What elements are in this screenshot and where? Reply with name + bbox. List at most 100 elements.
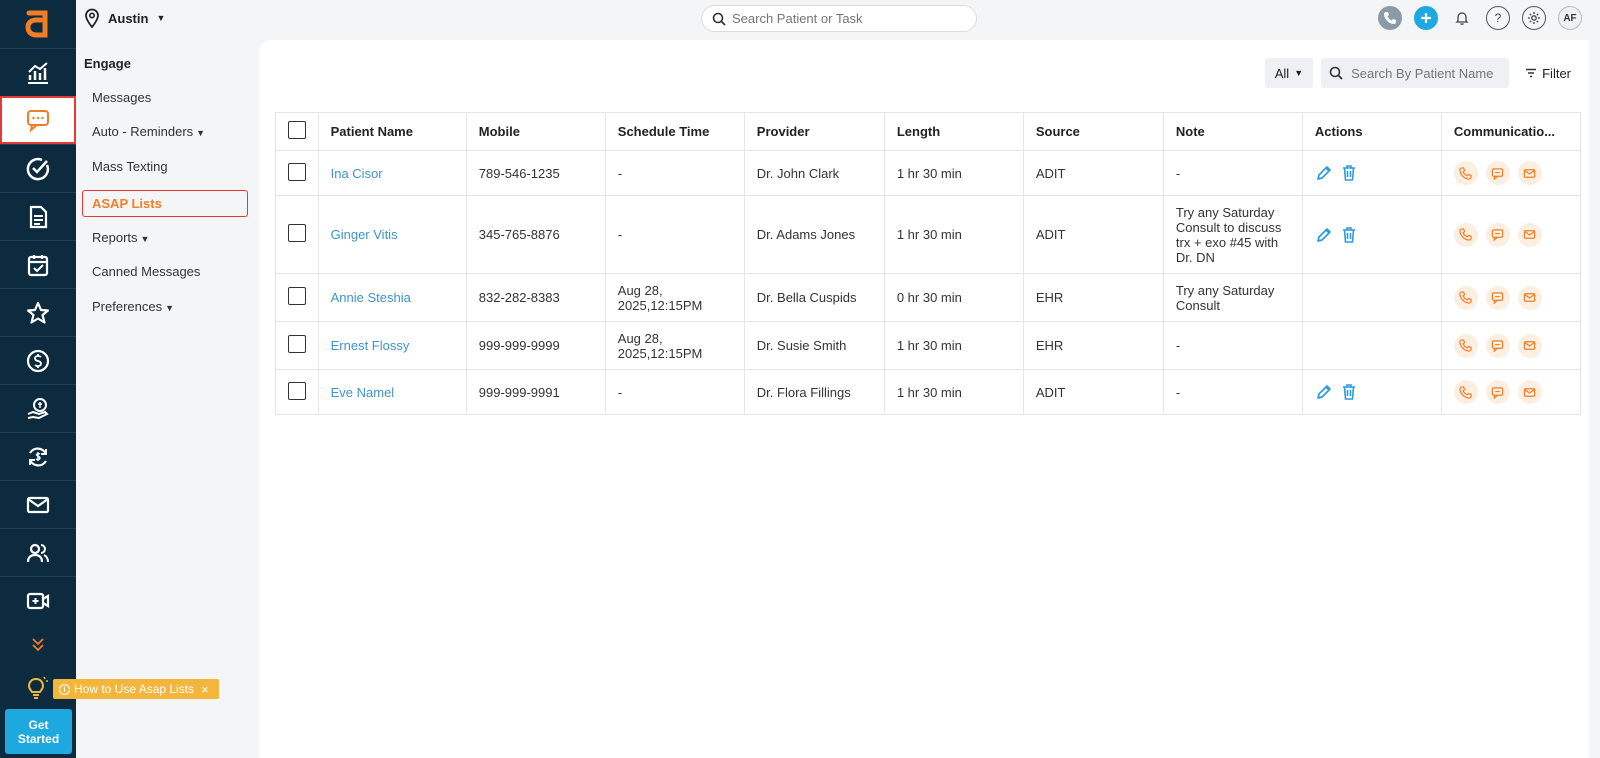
message-button[interactable]: [1485, 380, 1510, 404]
rail-analytics[interactable]: [0, 48, 76, 96]
mail-icon: [1524, 387, 1536, 397]
call-button[interactable]: [1453, 333, 1478, 358]
rail-users[interactable]: [0, 528, 76, 576]
patient-name-link[interactable]: Ernest Flossy: [331, 338, 410, 353]
actions-cell: [1302, 150, 1442, 196]
email-button[interactable]: [1517, 161, 1542, 185]
close-icon[interactable]: ×: [201, 682, 209, 697]
provider-cell: Dr. John Clark: [744, 150, 885, 196]
settings-button[interactable]: [1522, 6, 1546, 30]
patient-search-input[interactable]: [1351, 65, 1502, 81]
global-search-input[interactable]: [732, 11, 962, 26]
email-button[interactable]: [1517, 222, 1542, 247]
message-button[interactable]: [1485, 161, 1510, 185]
note-cell: -: [1163, 150, 1303, 196]
call-button[interactable]: [1453, 222, 1478, 247]
mobile-cell: 345-765-8876: [466, 195, 606, 274]
actions-cell: [1302, 369, 1442, 415]
plus-icon: [1421, 13, 1431, 23]
schedule-time-cell: Aug 28, 2025,12:15PM: [605, 273, 745, 322]
rail-engage[interactable]: [0, 96, 76, 144]
email-button[interactable]: [1517, 285, 1542, 310]
email-button[interactable]: [1517, 380, 1542, 404]
table-row[interactable]: Annie Steshia 832-282-8383 Aug 28, 2025,12…: [275, 273, 1581, 322]
subnav-item-preferences[interactable]: Preferences ▼: [92, 299, 174, 314]
patient-name-link[interactable]: Ginger Vitis: [331, 227, 398, 242]
asap-table: Patient Name Mobile Schedule Time Provid…: [275, 112, 1581, 415]
table-row[interactable]: Ginger Vitis 345-765-8876- Dr. Adams Jones…: [275, 195, 1581, 274]
subnav-item-messages[interactable]: Messages: [92, 90, 151, 105]
row-checkbox[interactable]: [288, 335, 306, 353]
rail-recurring[interactable]: [0, 432, 76, 480]
rail-financing[interactable]: [0, 384, 76, 432]
edit-icon[interactable]: [1315, 164, 1333, 182]
table-row[interactable]: Eve Namel 999-999-9991- Dr. Flora Fillings…: [275, 369, 1581, 415]
avatar-initials: AF: [1563, 12, 1577, 24]
row-checkbox[interactable]: [288, 224, 306, 242]
table-row[interactable]: Ina Cisor 789-546-1235- Dr. John Clark 1 hr…: [275, 150, 1581, 196]
column-header[interactable]: Communicatio...: [1441, 112, 1581, 151]
adit-logo-icon: [25, 10, 48, 38]
patient-name-link[interactable]: Eve Namel: [331, 385, 395, 400]
get-started-button[interactable]: Get Started: [5, 709, 72, 754]
rail-reviews[interactable]: [0, 288, 76, 336]
call-button[interactable]: [1453, 380, 1478, 404]
call-button[interactable]: [1453, 161, 1478, 185]
column-header[interactable]: Provider: [744, 112, 885, 151]
trash-icon[interactable]: [1341, 164, 1357, 182]
edit-icon[interactable]: [1315, 383, 1333, 401]
subnav-item-canned-messages[interactable]: Canned Messages: [92, 264, 200, 279]
caret-down-icon: ▼: [140, 234, 150, 244]
lightbulb-icon[interactable]: [22, 674, 50, 702]
column-header[interactable]: Note: [1163, 112, 1303, 151]
message-button[interactable]: [1485, 333, 1510, 358]
patient-name-link[interactable]: Annie Steshia: [331, 290, 411, 305]
column-header[interactable]: Mobile: [466, 112, 606, 151]
message-button[interactable]: [1485, 222, 1510, 247]
add-button[interactable]: [1414, 6, 1438, 30]
help-tip[interactable]: i How to Use Asap Lists ×: [53, 679, 219, 699]
help-button[interactable]: ?: [1486, 6, 1510, 30]
column-header[interactable]: Actions: [1302, 112, 1442, 151]
column-header[interactable]: Length: [884, 112, 1024, 151]
user-avatar[interactable]: AF: [1558, 6, 1582, 30]
subnav-item-reports[interactable]: Reports ▼: [92, 230, 149, 245]
column-header[interactable]: Schedule Time: [605, 112, 745, 151]
row-checkbox[interactable]: [288, 381, 306, 400]
column-header[interactable]: Source: [1023, 112, 1164, 151]
rail-email[interactable]: [0, 480, 76, 528]
subnav-item-asap-lists[interactable]: ASAP Lists: [82, 190, 248, 217]
trash-icon[interactable]: [1341, 383, 1357, 401]
patient-name-link[interactable]: Ina Cisor: [331, 166, 383, 181]
rail-video[interactable]: [0, 576, 76, 624]
global-search[interactable]: [701, 5, 977, 32]
select-all-checkbox[interactable]: [288, 121, 306, 139]
rail-more[interactable]: [0, 630, 76, 658]
patient-search[interactable]: [1321, 58, 1510, 88]
note-cell: -: [1163, 321, 1303, 370]
analytics-icon: [28, 61, 48, 84]
row-checkbox[interactable]: [288, 287, 306, 305]
edit-icon[interactable]: [1315, 226, 1333, 244]
notifications-button[interactable]: [1450, 6, 1474, 30]
status-dropdown[interactable]: All ▼: [1264, 58, 1314, 88]
communication-cell: [1441, 150, 1581, 196]
location-selector[interactable]: Austin ▼: [84, 8, 165, 28]
row-checkbox[interactable]: [288, 162, 306, 181]
call-button[interactable]: [1453, 285, 1478, 310]
rail-calendar[interactable]: [0, 240, 76, 288]
trash-icon[interactable]: [1341, 226, 1357, 244]
communication-cell: [1441, 273, 1581, 322]
rail-payments[interactable]: [0, 336, 76, 384]
column-header[interactable]: Patient Name: [318, 112, 467, 151]
table-row[interactable]: Ernest Flossy 999-999-9999 Aug 28, 2025,12…: [275, 321, 1581, 370]
rail-forms[interactable]: [0, 192, 76, 240]
rail-tasks[interactable]: [0, 144, 76, 192]
email-button[interactable]: [1517, 333, 1542, 358]
message-button[interactable]: [1485, 285, 1510, 310]
subnav-item-mass-texting[interactable]: Mass Texting: [92, 159, 168, 174]
filter-button[interactable]: Filter: [1517, 66, 1579, 81]
subnav-item-auto-reminders[interactable]: Auto - Reminders ▼: [92, 124, 205, 139]
app-logo[interactable]: [0, 0, 76, 48]
phone-button[interactable]: [1378, 6, 1402, 30]
